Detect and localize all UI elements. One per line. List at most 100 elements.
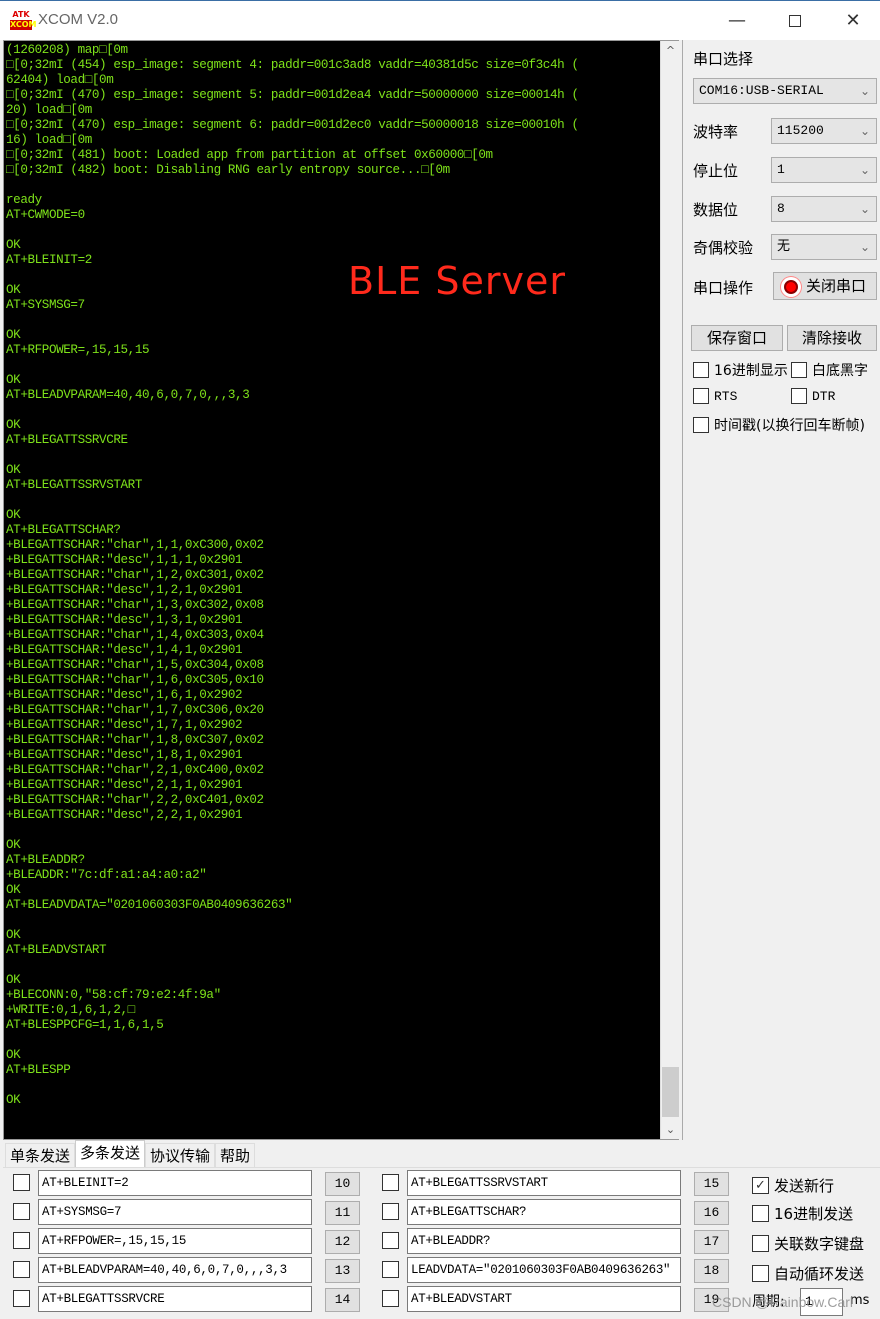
hex-display-checkbox[interactable]: 16进制显示	[693, 360, 788, 380]
terminal-scrollbar[interactable]: ^ ⌄	[660, 41, 679, 1139]
command-input[interactable]: AT+BLEADVSTART	[407, 1286, 681, 1312]
tab-help[interactable]: 帮助	[215, 1143, 256, 1167]
terminal-line: OK	[6, 238, 21, 252]
close-port-label: 关闭串口	[805, 277, 866, 295]
terminal-line: +BLEGATTSCHAR:"desc",1,6,1,0x2902	[6, 688, 243, 702]
timestamp-checkbox[interactable]: 时间戳(以换行回车断帧)	[693, 415, 865, 435]
minimize-icon: —	[728, 10, 746, 31]
row-checkbox[interactable]	[382, 1203, 399, 1220]
send-row-button[interactable]: 18	[694, 1259, 729, 1283]
terminal-line: OK	[6, 883, 21, 897]
watermark: CSDN @Rainbow.Carl	[712, 1294, 854, 1310]
checkbox-icon	[791, 388, 807, 404]
port-operation-label: 串口操作	[693, 279, 754, 297]
send-row-button[interactable]: 11	[325, 1201, 360, 1225]
auto-loop-checkbox[interactable]: 自动循环发送	[752, 1263, 864, 1284]
row-checkbox[interactable]	[13, 1290, 30, 1307]
row-checkbox[interactable]	[382, 1174, 399, 1191]
dtr-checkbox[interactable]: DTR	[791, 388, 835, 404]
terminal-line: +BLEGATTSCHAR:"char",2,1,0xC400,0x02	[6, 763, 264, 777]
checkbox-icon	[693, 388, 709, 404]
scroll-up-icon[interactable]: ^	[661, 41, 680, 60]
data-bits-value: 8	[777, 201, 785, 216]
numeric-keypad-checkbox[interactable]: 关联数字键盘	[752, 1233, 864, 1254]
timestamp-label: 时间戳(以换行回车断帧)	[714, 418, 865, 434]
terminal-line: +BLEGATTSCHAR:"char",1,6,0xC305,0x10	[6, 673, 264, 687]
terminal-line: AT+BLEADVPARAM=40,40,6,0,7,0,,,3,3	[6, 388, 250, 402]
receive-terminal[interactable]: (1260208) map□[0m □[0;32mI (454) esp_imag…	[3, 40, 679, 1140]
multi-send-row: LEADVDATA="0201060303F0AB0409636263" 18	[382, 1257, 732, 1283]
command-input[interactable]: AT+BLEADDR?	[407, 1228, 681, 1254]
stop-bits-select[interactable]: 1 ⌄	[771, 157, 877, 183]
baud-select[interactable]: 115200 ⌄	[771, 118, 877, 144]
row-checkbox[interactable]	[13, 1174, 30, 1191]
save-window-button[interactable]: 保存窗口	[691, 325, 783, 351]
command-input[interactable]: AT+BLEGATTSSRVCRE	[38, 1286, 312, 1312]
tab-multi-send[interactable]: 多条发送	[75, 1140, 146, 1167]
row-checkbox[interactable]	[13, 1203, 30, 1220]
terminal-line: AT+BLESPPCFG=1,1,6,1,5	[6, 1018, 164, 1032]
send-row-button[interactable]: 15	[694, 1172, 729, 1196]
chevron-down-icon: ⌄	[859, 240, 870, 254]
terminal-line: □[0;32mI (470) esp_image: segment 5: pad…	[6, 88, 579, 102]
terminal-line: +BLEGATTSCHAR:"char",1,2,0xC301,0x02	[6, 568, 264, 582]
command-input[interactable]: AT+BLEINIT=2	[38, 1170, 312, 1196]
send-row-button[interactable]: 13	[325, 1259, 360, 1283]
settings-panel: 串口选择 COM16:USB-SERIAL ⌄ 波特率 115200 ⌄ 停止位 1…	[682, 40, 880, 1140]
logo-bottom-text: XCOM	[10, 20, 37, 30]
close-port-button[interactable]: 关闭串口	[773, 272, 877, 300]
command-input[interactable]: LEADVDATA="0201060303F0AB0409636263"	[407, 1257, 681, 1283]
multi-send-row: AT+BLEGATTSCHAR? 16	[382, 1199, 732, 1225]
row-checkbox[interactable]	[382, 1261, 399, 1278]
command-input[interactable]: AT+RFPOWER=,15,15,15	[38, 1228, 312, 1254]
command-input[interactable]: AT+SYSMSG=7	[38, 1199, 312, 1225]
terminal-line: +BLEGATTSCHAR:"char",1,4,0xC303,0x04	[6, 628, 264, 642]
parity-value: 无	[777, 239, 791, 254]
ble-server-annotation: BLE Server	[348, 259, 566, 303]
terminal-line: AT+BLEGATTSCHAR?	[6, 523, 121, 537]
terminal-line: OK	[6, 463, 21, 477]
clear-receive-button[interactable]: 清除接收	[787, 325, 877, 351]
hex-send-checkbox[interactable]: 16进制发送	[752, 1203, 853, 1224]
row-checkbox[interactable]	[13, 1232, 30, 1249]
command-input[interactable]: AT+BLEADVPARAM=40,40,6,0,7,0,,,3,3	[38, 1257, 312, 1283]
send-row-button[interactable]: 16	[694, 1201, 729, 1225]
terminal-line: (1260208) map□[0m	[6, 43, 128, 57]
row-checkbox[interactable]	[382, 1232, 399, 1249]
checkbox-icon	[693, 417, 709, 433]
send-row-button[interactable]: 17	[694, 1230, 729, 1254]
send-newline-checkbox[interactable]: ✓ 发送新行	[752, 1175, 834, 1196]
scroll-down-icon[interactable]: ⌄	[661, 1120, 680, 1139]
parity-select[interactable]: 无 ⌄	[771, 234, 877, 260]
command-input[interactable]: AT+BLEGATTSSRVSTART	[407, 1170, 681, 1196]
port-select[interactable]: COM16:USB-SERIAL ⌄	[693, 78, 877, 104]
rts-checkbox[interactable]: RTS	[693, 388, 737, 404]
row-checkbox[interactable]	[13, 1261, 30, 1278]
checkbox-icon	[752, 1235, 769, 1252]
terminal-line: 16) load□[0m	[6, 133, 92, 147]
send-row-button[interactable]: 10	[325, 1172, 360, 1196]
close-button[interactable]: ✕	[830, 7, 876, 35]
white-background-label: 白底黑字	[812, 363, 868, 379]
checkbox-icon	[752, 1265, 769, 1282]
data-bits-select[interactable]: 8 ⌄	[771, 196, 877, 222]
minimize-button[interactable]: —	[714, 7, 760, 35]
chevron-down-icon: ⌄	[859, 202, 870, 216]
maximize-button[interactable]	[772, 7, 818, 35]
terminal-line: □[0;32mI (454) esp_image: segment 4: pad…	[6, 58, 579, 72]
white-background-checkbox[interactable]: 白底黑字	[791, 360, 868, 380]
tab-protocol[interactable]: 协议传输	[145, 1143, 216, 1167]
send-row-button[interactable]: 12	[325, 1230, 360, 1254]
tab-single-send[interactable]: 单条发送	[5, 1143, 76, 1167]
command-input[interactable]: AT+BLEGATTSCHAR?	[407, 1199, 681, 1225]
scroll-thumb[interactable]	[662, 1067, 679, 1117]
row-checkbox[interactable]	[382, 1290, 399, 1307]
numeric-keypad-label: 关联数字键盘	[774, 1235, 865, 1253]
send-row-button[interactable]: 14	[325, 1288, 360, 1312]
terminal-line: □[0;32mI (470) esp_image: segment 6: pad…	[6, 118, 579, 132]
multi-send-row: AT+RFPOWER=,15,15,15 12	[13, 1228, 363, 1254]
